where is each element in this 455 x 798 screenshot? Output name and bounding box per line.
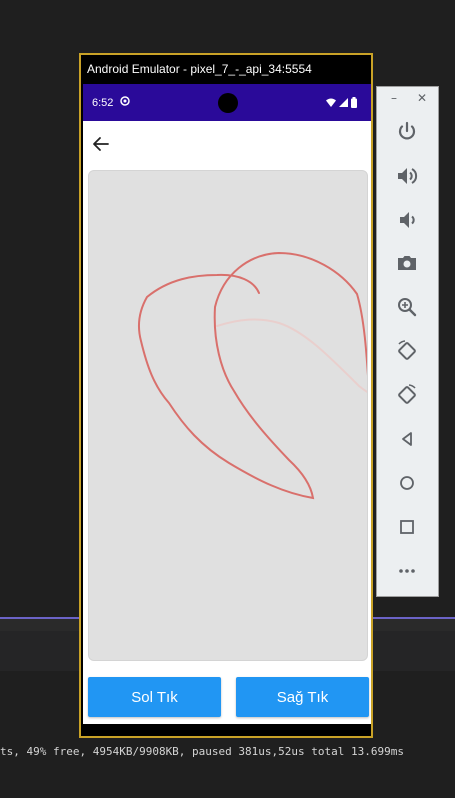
overview-icon[interactable] — [395, 515, 419, 539]
back-arrow-icon[interactable] — [89, 132, 113, 156]
stroke-primary — [138, 251, 367, 500]
stroke-faded — [216, 318, 367, 393]
minimize-button[interactable]: – — [391, 91, 397, 105]
back-icon[interactable] — [395, 427, 419, 451]
zoom-icon[interactable] — [395, 295, 419, 319]
console-log-line: ts, 49% free, 4954KB/9908KB, paused 381u… — [0, 745, 404, 758]
wifi-icon — [326, 98, 336, 107]
power-icon[interactable] — [395, 120, 419, 144]
rotate-right-icon[interactable] — [395, 383, 419, 407]
emulator-window: Android Emulator - pixel_7_-_api_34:5554… — [79, 53, 373, 738]
navigation-bar — [83, 720, 371, 724]
status-time: 6:52 — [92, 97, 114, 109]
home-icon[interactable] — [395, 471, 419, 495]
status-icons — [326, 96, 357, 108]
more-icon[interactable] — [395, 559, 419, 583]
volume-up-icon[interactable] — [395, 164, 419, 188]
rotate-left-icon[interactable] — [395, 339, 419, 363]
app-bar — [83, 121, 371, 169]
volume-down-icon[interactable] — [395, 208, 419, 232]
emulator-toolbar: – ✕ — [376, 86, 439, 597]
close-button[interactable]: ✕ — [417, 91, 427, 105]
emulator-title: Android Emulator - pixel_7_-_api_34:5554 — [81, 55, 371, 84]
device-screen: 6:52 Sol Tık Sağ Tık — [83, 84, 371, 724]
camera-icon[interactable] — [395, 251, 419, 275]
signal-icon — [339, 97, 348, 107]
camera-cutout — [218, 93, 238, 113]
drawing-strokes — [138, 251, 367, 500]
right-click-button[interactable]: Sağ Tık — [236, 677, 369, 717]
battery-icon — [351, 96, 357, 108]
status-bar: 6:52 — [83, 84, 371, 121]
app-notification-icon — [120, 96, 130, 106]
left-click-button[interactable]: Sol Tık — [88, 677, 221, 717]
drawing-canvas[interactable] — [88, 170, 368, 661]
